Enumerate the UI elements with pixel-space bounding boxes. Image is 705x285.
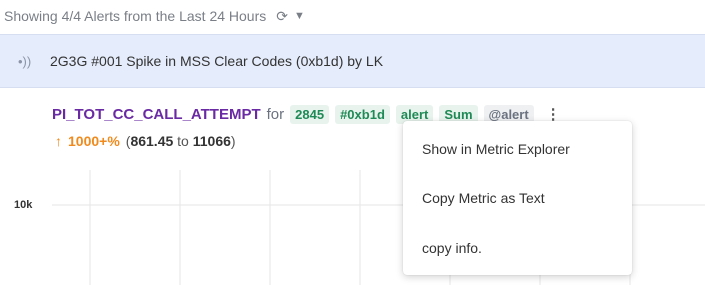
chevron-down-icon[interactable]: ▼ [294,10,305,22]
tag-code[interactable]: #0xb1d [335,104,390,124]
metric-name[interactable]: PI_TOT_CC_CALL_ATTEMPT [52,106,261,123]
alert-title[interactable]: 2G3G #001 Spike in MSS Clear Codes (0xb1… [50,53,383,69]
menu-item-copy-info[interactable]: copy info. [422,240,482,256]
alert-header[interactable]: •)) 2G3G #001 Spike in MSS Clear Codes (… [0,34,705,88]
change-summary: ↑ 1000+% (861.45 to 11066) [55,133,236,149]
range-from: 861.45 [130,133,174,149]
change-percent: 1000+% [68,133,120,149]
tag-2845[interactable]: 2845 [290,104,330,124]
arrow-up-icon: ↑ [55,133,62,149]
range-close: ) [230,133,236,149]
range-to-word: to [177,133,189,149]
signal-icon: •)) [18,53,32,69]
y-tick-label: 10k [14,199,33,211]
context-menu: Show in Metric Explorer Copy Metric as T… [403,121,632,275]
refresh-icon[interactable]: ⟳ [276,8,288,25]
menu-item-copy-metric-as-text[interactable]: Copy Metric as Text [422,190,545,206]
change-range: (861.45 to 11066) [126,133,236,149]
alerts-summary-text: Showing 4/4 Alerts from the Last 24 Hour… [4,8,267,24]
alerts-summary-bar: Showing 4/4 Alerts from the Last 24 Hour… [0,0,705,32]
menu-item-show-in-metric-explorer[interactable]: Show in Metric Explorer [422,141,570,157]
for-label: for [266,105,285,123]
range-to: 11066 [192,133,231,149]
